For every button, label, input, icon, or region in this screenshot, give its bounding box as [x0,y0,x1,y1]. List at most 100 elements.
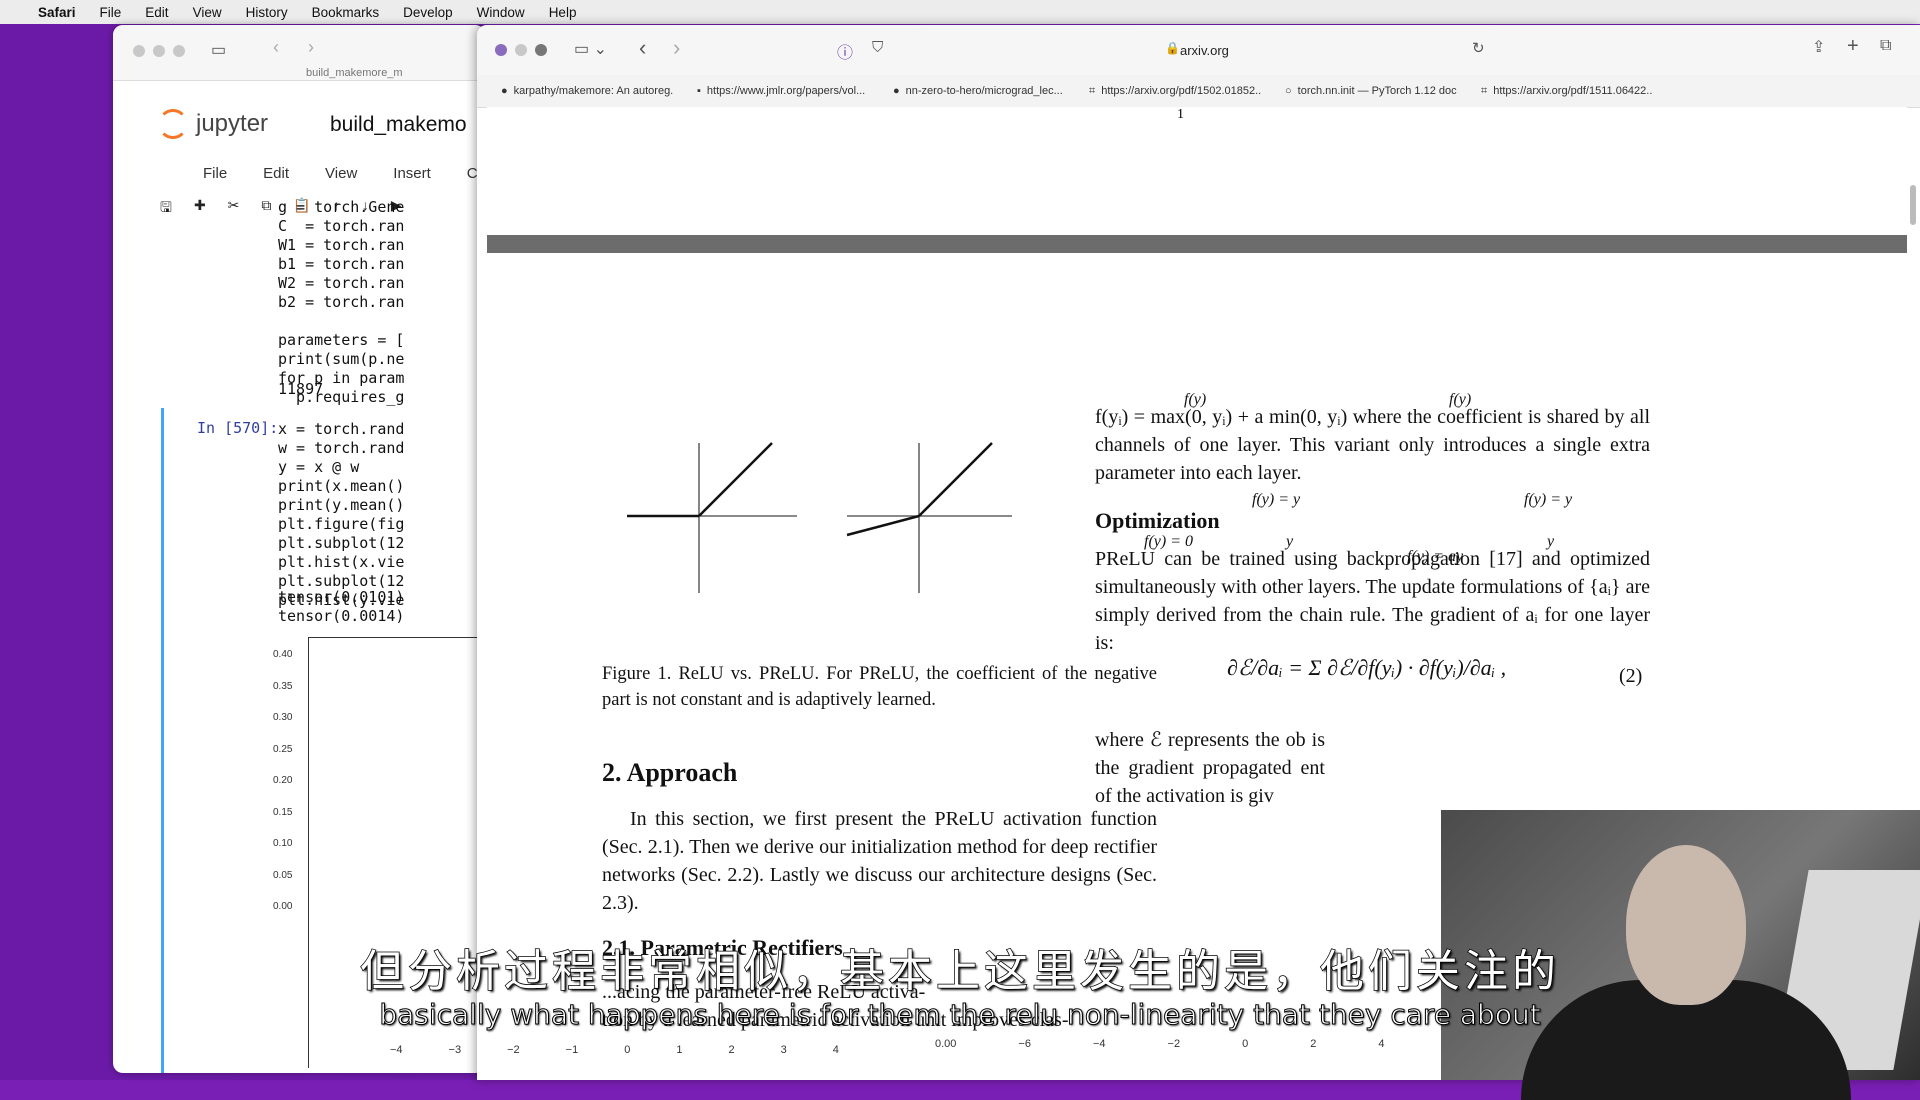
pytorch-icon: ○ [1285,85,1292,97]
subtitle-chinese: 但分析过程非常相似，基本上这里发生的是，他们关注的 [359,945,1560,998]
xtick: 4 [1378,1038,1385,1050]
sidebar-icon[interactable]: ▭ [211,40,226,60]
figure-caption: Figure 1. ReLU vs. PReLU. For PReLU, the… [602,664,1157,710]
xtick: −3 [448,1044,462,1056]
bookmarks-bar: ● karpathy/makemore: An autoreg... ▪ https… [477,75,1920,108]
tab-overview-icon[interactable]: ⧉ [1880,37,1891,55]
menu-app-name[interactable]: Safari [38,5,76,20]
forward-icon[interactable]: › [673,35,680,61]
equation-number: (2) [1619,665,1643,687]
code-cell-1[interactable]: g = torch.Gene C = torch.ran W1 = torch.… [278,198,404,407]
equation-2: ∂ℰ/∂aᵢ = Σ ∂ℰ/∂f(yᵢ) · ∂f(yᵢ)/∂aᵢ , [1227,655,1507,680]
lock-icon: 🔒 [1165,41,1180,55]
xtick: 0.00 [935,1038,957,1050]
shield-icon[interactable]: ⛉ [872,39,883,56]
address-bar[interactable]: arxiv.org [1180,43,1229,58]
menu-help[interactable]: Help [549,5,577,20]
back-icon[interactable]: ‹ [639,35,646,61]
code-cell-2[interactable]: x = torch.rand w = torch.rand y = x @ w … [278,420,404,610]
jmenu-insert[interactable]: Insert [393,165,431,182]
xtick: −4 [1092,1038,1106,1050]
bookmark-label: torch.nn.init — PyTorch 1.12 doc... [1297,85,1457,97]
bookmark-label: karpathy/makemore: An autoreg... [513,85,673,97]
fig-label-fy-eq-y-2: f(y) = y [1524,491,1573,508]
histogram-xticks-2: 0.00 −6 −4 −2 0 2 4 [935,1038,1384,1050]
right-paragraph-top: f(yᵢ) = max(0, yᵢ) + a min(0, yᵢ) where … [1095,406,1650,484]
menu-edit[interactable]: Edit [145,5,168,20]
xtick: −2 [1167,1038,1181,1050]
menu-bookmarks[interactable]: Bookmarks [312,5,380,20]
bookmark-item[interactable]: ⌗ https://arxiv.org/pdf/1511.06422... [1457,75,1653,107]
ytick: 0.00 [273,901,293,912]
jmenu-edit[interactable]: Edit [263,165,289,182]
cell-output-2: tensor(0.0101) tensor(0.0014) [278,588,405,625]
histogram-yticks: 0.40 0.35 0.30 0.25 0.20 0.15 0.10 0.05 … [273,639,292,923]
xtick: −6 [1018,1038,1031,1050]
close-icon[interactable] [133,45,145,57]
histogram-xticks: −4 −3 −2 −1 0 1 2 3 4 [390,1044,839,1056]
bookmark-item[interactable]: ○ torch.nn.init — PyTorch 1.12 doc... [1261,75,1457,107]
menu-file[interactable]: File [100,5,122,20]
menu-window[interactable]: Window [477,5,525,20]
jupyter-menu: File Edit View Insert Ce [203,165,485,182]
bookmark-label: https://arxiv.org/pdf/1502.01852... [1101,85,1261,97]
approach-paragraph: In this section, we first present the PR… [602,808,1157,914]
xtick: −2 [507,1044,520,1056]
cut-icon[interactable]: ✂ [228,197,240,221]
new-tab-icon[interactable]: + [1847,35,1859,58]
ytick: 0.15 [273,806,293,818]
minimize-icon[interactable] [153,45,165,57]
github-icon: ● [893,85,900,97]
menu-history[interactable]: History [246,5,288,20]
jmenu-file[interactable]: File [203,165,227,182]
jupyter-logo-text: jupyter [196,110,269,137]
jupyter-titlebar: ▭ ‹ › [113,25,485,81]
jupyter-logo[interactable]: jupyter [158,109,268,139]
close-icon[interactable] [495,44,507,56]
bookmark-item[interactable]: ● karpathy/makemore: An autoreg... [477,75,673,107]
xtick: −1 [565,1044,579,1056]
ytick: 0.10 [273,838,293,849]
macos-menubar: Safari File Edit View History Bookmarks … [0,0,1920,24]
minimize-icon[interactable] [515,44,527,56]
xtick: 3 [780,1044,787,1056]
share-icon[interactable]: ⇪ [1812,37,1825,57]
scrollbar[interactable] [1910,185,1916,225]
extension-icon[interactable]: ⓘ [837,39,853,63]
optimization-paragraph: PReLU can be trained using backpropagati… [1095,548,1650,654]
back-icon[interactable]: ‹ [273,37,279,58]
bookmark-label: nn-zero-to-hero/micrograd_lec... [905,85,1063,97]
page-gap [487,235,1907,253]
window-controls [495,44,547,56]
ytick: 0.40 [273,649,293,660]
xtick: 0 [1242,1038,1249,1050]
window-controls [133,45,185,57]
section-heading: 2. Approach [602,758,738,787]
xtick: 2 [1310,1038,1317,1050]
copy-icon[interactable]: ⧉ [261,197,271,221]
zoom-icon[interactable] [173,45,185,57]
ytick: 0.20 [273,775,293,786]
menu-view[interactable]: View [193,5,222,20]
bookmark-item[interactable]: ● nn-zero-to-hero/micrograd_lec... [869,75,1065,107]
notebook-title[interactable]: build_makemo [330,113,467,137]
arxiv-icon: ⌗ [1089,84,1096,97]
save-icon[interactable]: 🖫 [160,197,172,221]
xtick: −4 [390,1044,403,1056]
page-number: 1 [1177,107,1184,122]
zoom-icon[interactable] [535,44,547,56]
forward-icon[interactable]: › [308,37,314,58]
bookmark-label: https://arxiv.org/pdf/1511.06422... [1493,85,1653,97]
sidebar-icon[interactable]: ▭ ⌄ [574,39,607,59]
bookmark-item[interactable]: ▪ https://www.jmlr.org/papers/vol... [673,75,869,107]
after-equation-text: where ℰ represents the ob is the gradien… [1095,729,1325,807]
ytick: 0.35 [273,680,293,692]
bookmark-item[interactable]: ⌗ https://arxiv.org/pdf/1502.01852... [1065,75,1261,107]
add-cell-icon[interactable]: ✚ [194,197,206,221]
menu-develop[interactable]: Develop [403,5,453,20]
jupyter-logo-icon [158,109,188,139]
jupyter-tab[interactable]: build_makemore_m [306,67,403,79]
xtick: 1 [676,1044,683,1056]
reload-icon[interactable]: ↻ [1472,39,1485,57]
jmenu-view[interactable]: View [325,165,357,182]
